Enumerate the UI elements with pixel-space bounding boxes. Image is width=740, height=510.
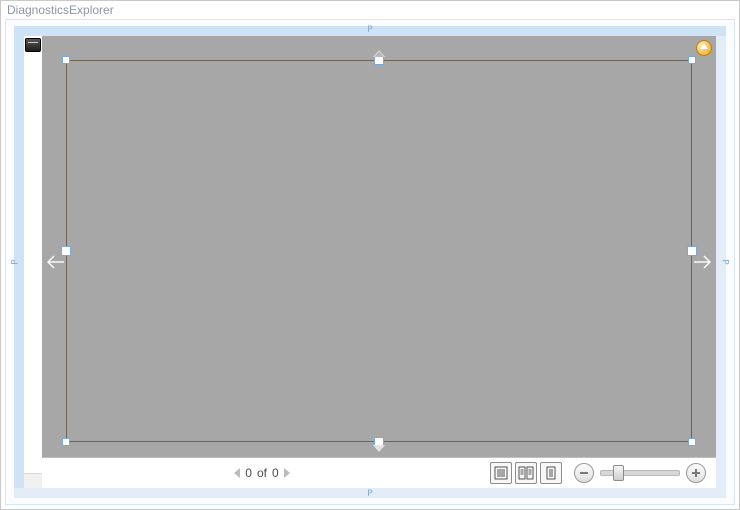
ruler-bottom[interactable]	[14, 488, 726, 498]
window-title: DiagnosticsExplorer	[1, 1, 739, 19]
zoom-control	[570, 463, 716, 483]
next-page-button[interactable]	[284, 468, 290, 478]
page-total: 0	[272, 466, 279, 480]
collapse-chip-icon[interactable]	[25, 38, 41, 52]
expand-left-icon[interactable]	[45, 254, 65, 270]
viewer-toolbar: 0 of 0	[42, 457, 716, 488]
designer-client: P P P P	[5, 19, 735, 505]
resize-handle-se[interactable]	[688, 438, 696, 446]
expand-up-icon[interactable]	[373, 50, 385, 57]
page-border	[66, 60, 692, 442]
zoom-in-button[interactable]	[686, 463, 706, 483]
expand-right-icon[interactable]	[693, 254, 713, 270]
selection-frame: P P P P	[14, 26, 726, 498]
resize-handle-ne[interactable]	[688, 56, 696, 64]
page-separator: of	[257, 466, 267, 480]
resize-handle-nw[interactable]	[62, 56, 70, 64]
prev-page-button[interactable]	[234, 468, 240, 478]
page-placeholder[interactable]	[66, 60, 692, 442]
outline-gutter	[24, 36, 43, 488]
zoom-slider-knob[interactable]	[613, 465, 624, 481]
zoom-out-button[interactable]	[574, 463, 594, 483]
ruler-left[interactable]	[14, 36, 24, 488]
help-arrow-up-icon[interactable]	[696, 40, 712, 56]
page-navigator: 0 of 0	[42, 466, 482, 480]
view-mode-group	[482, 462, 570, 484]
design-canvas: 0 of 0	[24, 36, 716, 488]
ruler-right[interactable]	[716, 36, 726, 488]
resize-handle-sw[interactable]	[62, 438, 70, 446]
view-mode-page-width[interactable]	[540, 462, 562, 484]
document-viewer[interactable]	[42, 36, 716, 488]
designer-window: DiagnosticsExplorer P P P P	[0, 0, 740, 510]
ruler-top[interactable]	[14, 26, 726, 36]
expand-down-icon[interactable]	[373, 445, 385, 452]
page-current: 0	[245, 466, 252, 480]
view-mode-two-pages[interactable]	[515, 462, 537, 484]
zoom-slider[interactable]	[600, 470, 680, 476]
view-mode-whole-page[interactable]	[490, 462, 512, 484]
